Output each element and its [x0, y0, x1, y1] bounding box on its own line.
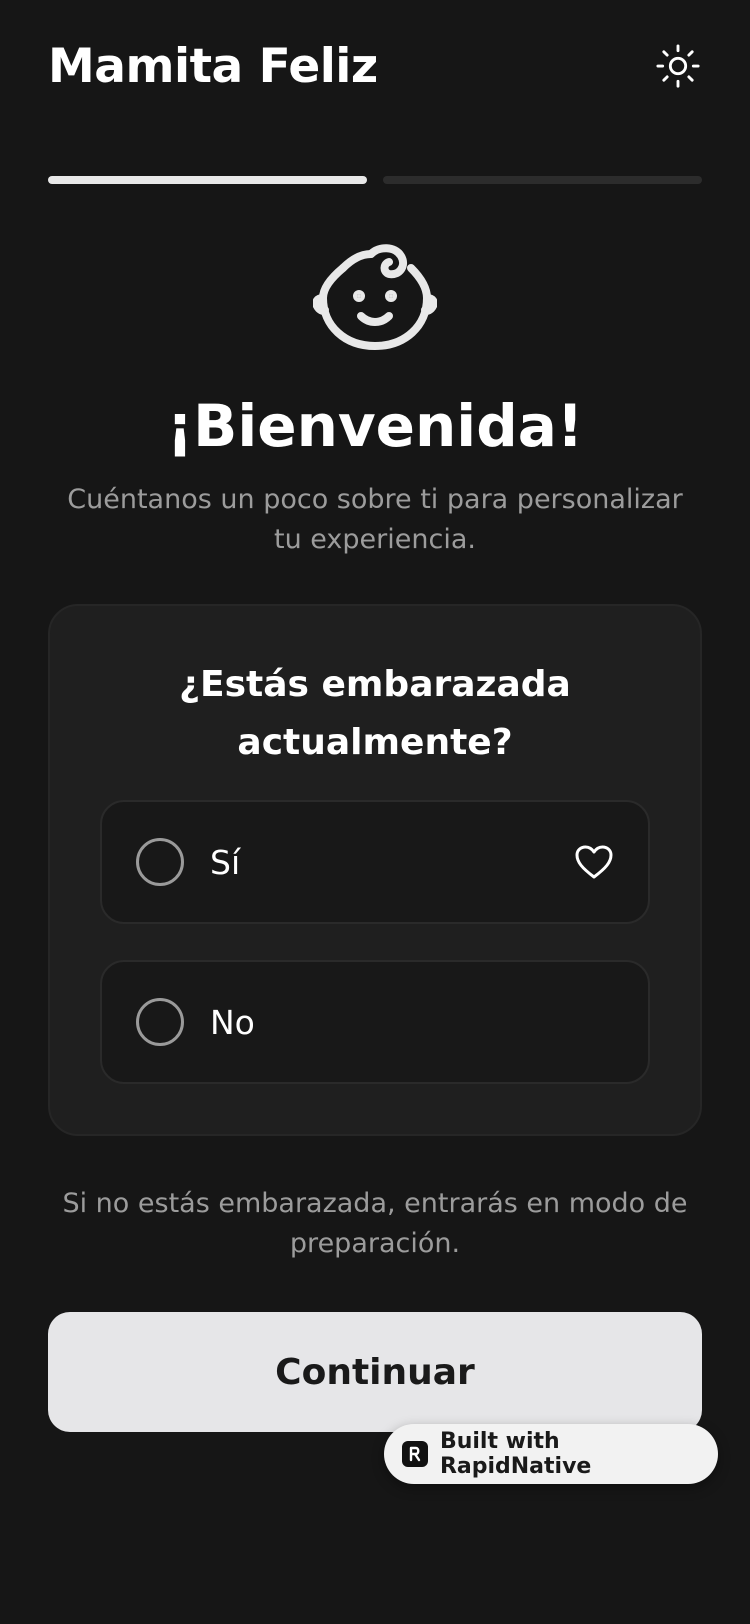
baby-face-icon [313, 244, 437, 350]
option-yes[interactable]: Sí [100, 800, 650, 924]
rapidnative-logo-icon [402, 1441, 428, 1467]
badge-label: Built with RapidNative [439, 1429, 592, 1479]
continue-button[interactable]: Continuar [48, 1312, 702, 1432]
app-title: Mamita Feliz [48, 38, 378, 94]
welcome-title: ¡Bienvenida! [166, 392, 584, 460]
progress-step-1 [48, 176, 367, 184]
theme-toggle-button[interactable] [654, 42, 702, 90]
radio-no[interactable] [136, 998, 184, 1046]
question-text: ¿Estás embarazada actualmente? [179, 664, 571, 763]
onboarding-screen: Mamita Feliz ¡Bienvenida! Cuéntanos un p… [0, 0, 750, 1624]
built-with-badge[interactable]: Built with RapidNative [384, 1424, 718, 1484]
progress-step-2 [383, 176, 702, 184]
preparation-mode-note: Si no estás embarazada, entrarás en modo… [62, 1188, 688, 1259]
option-no-label: No [210, 1002, 255, 1042]
radio-yes[interactable] [136, 838, 184, 886]
pregnancy-question-card: ¿Estás embarazada actualmente? Sí No [48, 604, 702, 1136]
header: Mamita Feliz [48, 36, 702, 96]
step-progress [48, 176, 702, 184]
option-no[interactable]: No [100, 960, 650, 1084]
option-yes-label: Sí [210, 842, 241, 882]
sun-icon [656, 44, 700, 88]
welcome-subtitle: Cuéntanos un poco sobre ti para personal… [67, 484, 683, 555]
heart-icon [575, 845, 613, 879]
